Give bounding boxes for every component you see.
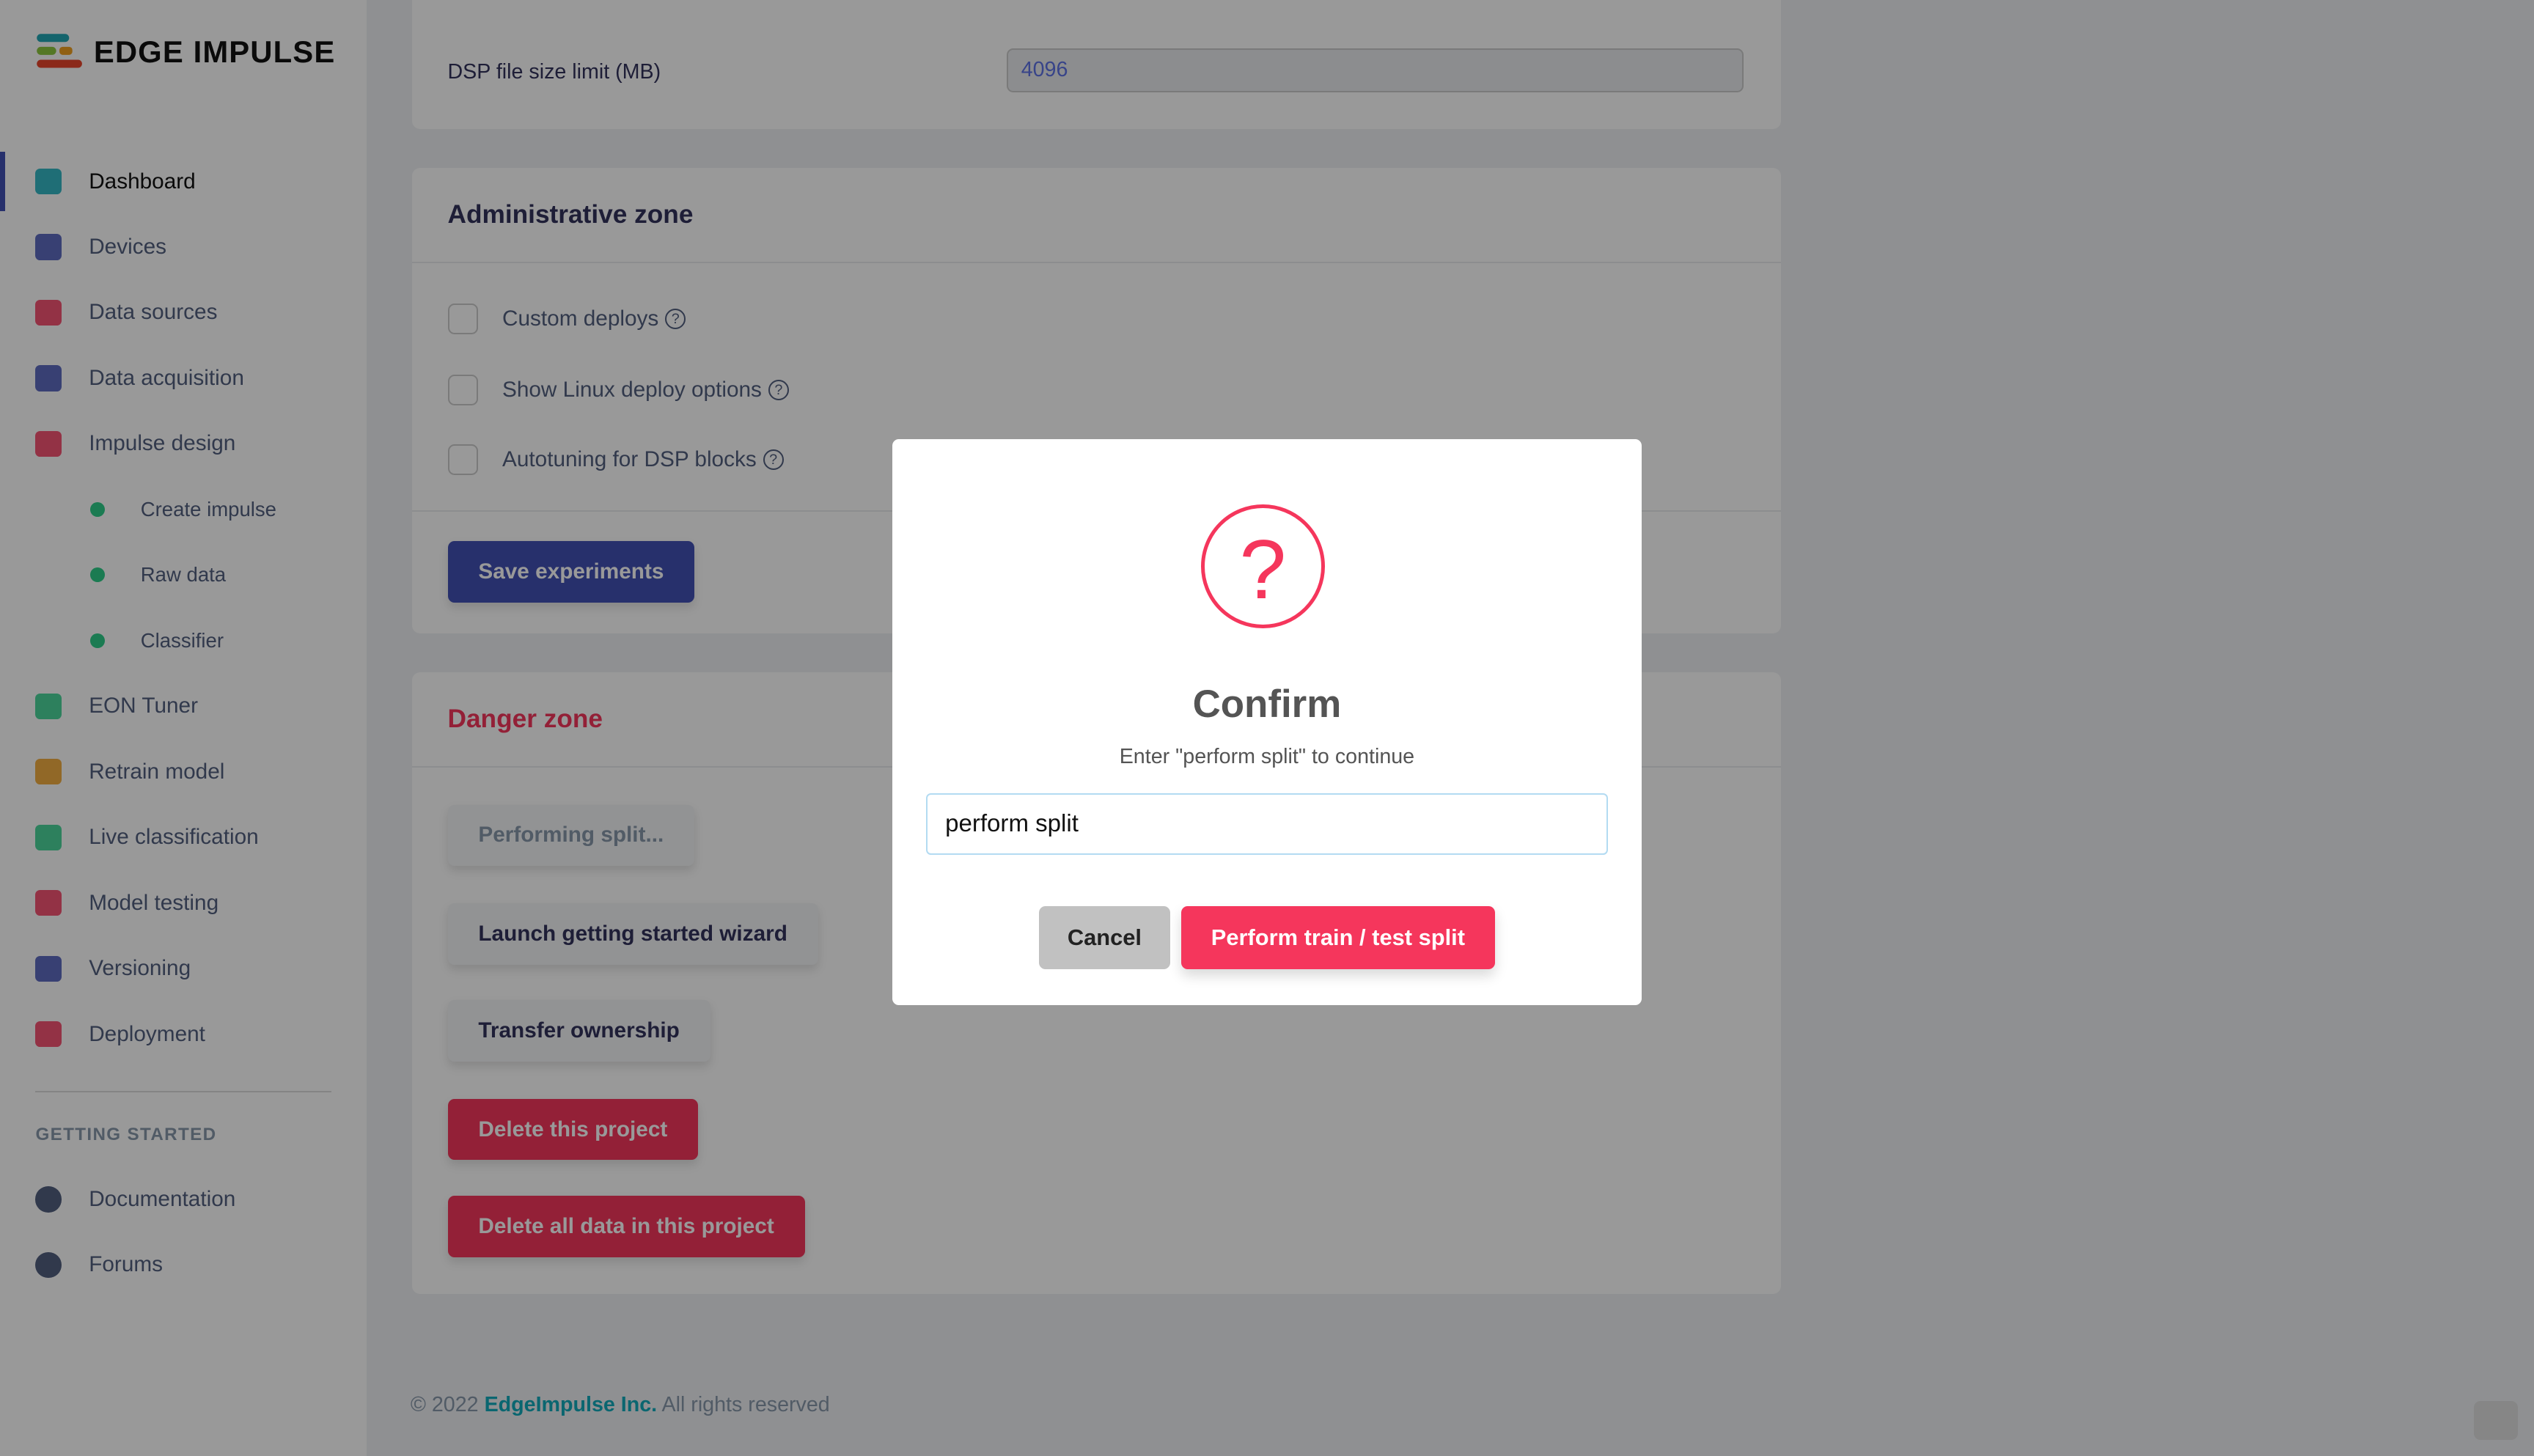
perform-split-button[interactable]: Perform train / test split	[1181, 906, 1495, 970]
cancel-button[interactable]: Cancel	[1039, 906, 1170, 970]
confirm-dialog: ? Confirm Enter "perform split" to conti…	[892, 439, 1642, 1005]
question-icon: ?	[1200, 504, 1326, 629]
confirm-text-input[interactable]	[925, 793, 1608, 855]
dialog-title: Confirm	[1192, 683, 1342, 727]
dialog-text: Enter "perform split" to continue	[1119, 745, 1415, 769]
